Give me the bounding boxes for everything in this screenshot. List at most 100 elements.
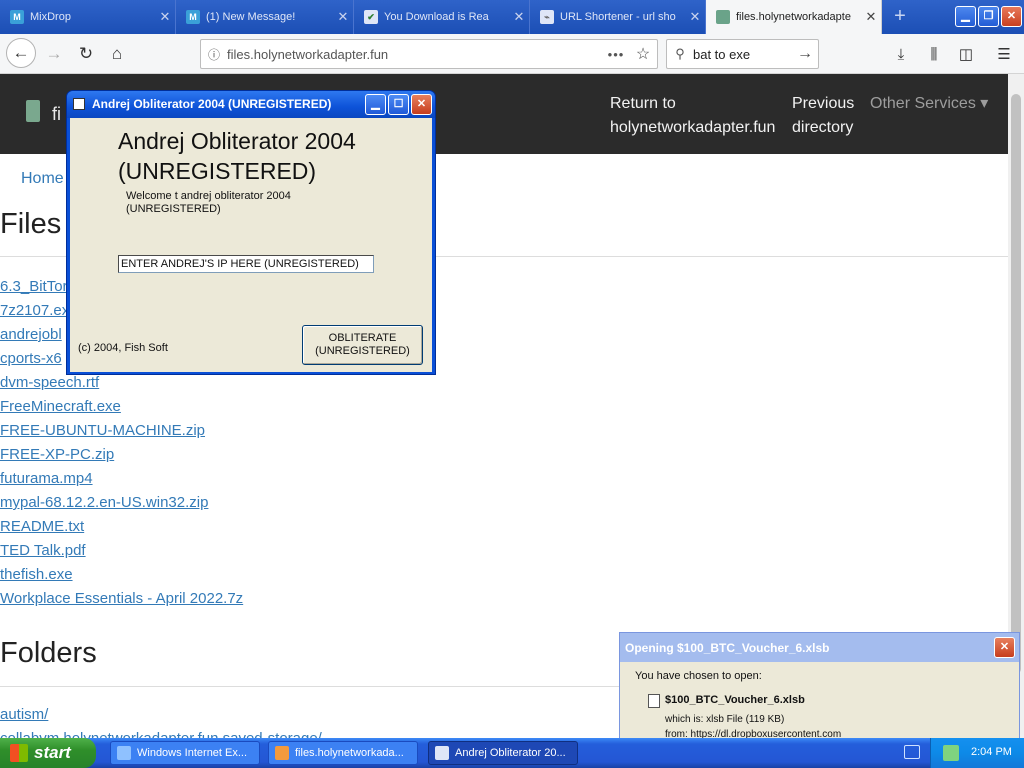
folders-heading: Folders [0,637,97,669]
taskbar-item-label: Windows Internet Ex... [137,747,248,759]
windows-logo-icon [10,744,28,762]
url-text[interactable]: files.holynetworkadapter.fun [227,47,603,62]
folder-list: autism/ collabvm.holynetworkadapter.fun.… [0,706,322,738]
forward-button[interactable]: → [40,40,68,68]
folder-link[interactable]: autism/ [0,706,322,730]
menu-hamburger-icon[interactable]: ☰ [993,44,1015,66]
tab-title: files.holynetworkadapte [736,11,851,23]
app-window-icon [73,98,85,110]
file-link[interactable]: FreeMinecraft.exe [0,398,243,422]
checkmark-favicon-icon: ✔ [364,10,378,24]
download-dialog-title: Opening $100_BTC_Voucher_6.xlsb [625,641,830,655]
keyboard-language-icon[interactable] [904,745,920,759]
breadcrumb-home[interactable]: Home [21,170,64,188]
file-type-text: which is: xlsb File (119 KB) [665,714,785,725]
file-link[interactable]: Workplace Essentials - April 2022.7z [0,590,243,614]
close-window-button[interactable]: ✕ [1001,6,1022,27]
welcome-text: Welcome t andrej obliterator 2004 (UNREG… [126,190,291,215]
tab-title: (1) New Message! [206,11,296,23]
library-icon[interactable]: ⫼ [923,44,945,66]
mixdrop-favicon-icon: M [186,10,200,24]
tab-files-holynetworkadapter[interactable]: files.holynetworkadapte ✕ [706,0,882,34]
close-tab-icon[interactable]: ✕ [861,9,881,25]
site-logo-icon[interactable] [26,100,40,122]
downloads-icon[interactable]: ⤓ [890,44,912,66]
search-bar[interactable]: ⚲ bat to exe → [666,39,819,69]
tab-new-message[interactable]: M (1) New Message! ✕ [176,0,354,34]
tab-download-ready[interactable]: ✔ You Download is Rea ✕ [354,0,530,34]
close-tab-icon[interactable]: ✕ [155,9,175,25]
file-link[interactable]: README.txt [0,518,243,542]
minimize-window-button[interactable]: ▁ [955,6,976,27]
file-link[interactable]: FREE-XP-PC.zip [0,446,243,470]
search-go-icon[interactable]: → [792,45,818,63]
tab-title: You Download is Rea [384,11,489,23]
obliterator-heading: Andrej Obliterator 2004 (UNREGISTERED) [118,128,356,184]
download-dialog: Opening $100_BTC_Voucher_6.xlsb ✕ You ha… [619,632,1020,742]
tab-url-shortener[interactable]: ⌁ URL Shortener - url sho ✕ [530,0,706,34]
site-brand[interactable]: fi [52,104,61,125]
files-heading: Files [0,208,62,240]
page-actions-icon[interactable]: ••• [603,47,629,62]
nav-previous-directory-link[interactable]: Previous directory [792,92,854,140]
internet-explorer-icon [117,746,131,760]
bookmark-star-icon[interactable]: ☆ [629,44,657,64]
taskbar: start Windows Internet Ex... files.holyn… [0,738,1024,768]
ip-input[interactable] [118,255,374,273]
start-label: start [34,743,71,762]
obliterator-titlebar[interactable]: Andrej Obliterator 2004 (UNREGISTERED) ▁… [67,91,435,118]
app-window-icon [435,746,449,760]
tab-title: URL Shortener - url sho [560,11,676,23]
tab-title: MixDrop [30,11,71,23]
new-tab-button[interactable]: + [888,5,912,29]
firefox-icon [275,746,289,760]
copyright-text: (c) 2004, Fish Soft [78,342,168,354]
close-tab-icon[interactable]: ✕ [685,9,705,25]
folder-link[interactable]: collabvm.holynetworkadapter.fun.saved-st… [0,730,322,738]
link-favicon-icon: ⌁ [540,10,554,24]
file-link[interactable]: TED Talk.pdf [0,542,243,566]
spreadsheet-file-icon [648,694,660,708]
start-button[interactable]: start [0,738,96,768]
browser-tab-strip: M MixDrop ✕ M (1) New Message! ✕ ✔ You D… [0,0,1024,34]
clock[interactable]: 2:04 PM [971,746,1012,758]
taskbar-item-label: files.holynetworkada... [295,747,404,759]
download-dialog-titlebar[interactable]: Opening $100_BTC_Voucher_6.xlsb ✕ [620,633,1019,662]
file-link[interactable]: FREE-UBUNTU-MACHINE.zip [0,422,243,446]
back-button[interactable]: ← [6,38,36,68]
taskbar-item-firefox[interactable]: files.holynetworkada... [268,741,418,765]
nav-return-link[interactable]: Return to holynetworkadapter.fun [610,92,775,140]
network-tray-icon[interactable] [943,745,959,761]
scrollbar-thumb[interactable] [1011,94,1021,674]
file-link[interactable]: mypal-68.12.2.en-US.win32.zip [0,494,243,518]
search-icon: ⚲ [675,46,685,61]
obliterator-client-area: Andrej Obliterator 2004 (UNREGISTERED) W… [70,118,432,372]
browser-toolbar: ← → ↻ ⌂ ⓘ files.holynetworkadapter.fun •… [0,34,1024,74]
maximize-button[interactable]: ☐ [388,94,409,115]
download-filename: $100_BTC_Voucher_6.xlsb [665,694,805,706]
close-button[interactable]: ✕ [411,94,432,115]
close-tab-icon[interactable]: ✕ [509,9,529,25]
nav-other-services-dropdown[interactable]: Other Services ▾ [870,92,988,116]
tab-mixdrop[interactable]: M MixDrop ✕ [0,0,176,34]
file-link[interactable]: dvm-speech.rtf [0,374,243,398]
taskbar-item-label: Andrej Obliterator 20... [455,747,566,759]
obliterate-button[interactable]: OBLITERATE (UNREGISTERED) [302,325,423,365]
home-button[interactable]: ⌂ [103,40,131,68]
site-info-icon[interactable]: ⓘ [201,46,227,63]
chosen-text: You have chosen to open: [635,670,762,682]
search-input[interactable]: bat to exe [693,47,792,62]
mixdrop-favicon-icon: M [10,10,24,24]
sidebar-icon[interactable]: ◫ [955,44,977,66]
close-tab-icon[interactable]: ✕ [333,9,353,25]
taskbar-item-internet-explorer[interactable]: Windows Internet Ex... [110,741,260,765]
restore-window-button[interactable]: ❐ [978,6,999,27]
minimize-button[interactable]: ▁ [365,94,386,115]
file-link[interactable]: futurama.mp4 [0,470,243,494]
obliterator-window-title: Andrej Obliterator 2004 (UNREGISTERED) [92,97,332,111]
close-button[interactable]: ✕ [994,637,1015,658]
reload-button[interactable]: ↻ [72,40,100,68]
file-link[interactable]: thefish.exe [0,566,243,590]
taskbar-item-obliterator[interactable]: Andrej Obliterator 20... [428,741,578,765]
address-bar[interactable]: ⓘ files.holynetworkadapter.fun ••• ☆ [200,39,658,69]
